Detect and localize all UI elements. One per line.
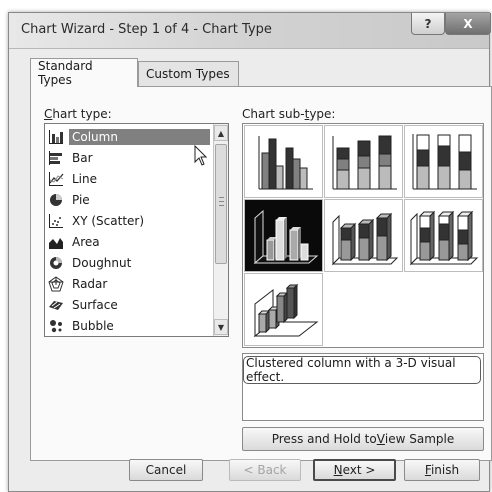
- pie-chart-icon: [50, 194, 62, 206]
- clustered-column-icon: [258, 136, 313, 190]
- list-item-pie[interactable]: Pie: [48, 190, 210, 210]
- subtype-3d-100-percent-stacked-column[interactable]: [404, 199, 483, 272]
- cancel-label: Cancel: [145, 463, 187, 477]
- scatter-chart-icon: [49, 214, 63, 228]
- help-icon: ?: [424, 16, 432, 31]
- column-chart-icon: [49, 130, 63, 144]
- list-item-label: Column: [69, 129, 210, 145]
- radar-chart-icon: [48, 276, 64, 292]
- subtype-3d-clustered-column[interactable]: [244, 199, 323, 272]
- list-item-label: Surface: [72, 298, 118, 312]
- 3d-stacked-column-icon: [331, 212, 399, 266]
- next-button[interactable]: Next >: [313, 459, 396, 481]
- doughnut-chart-icon: [50, 257, 62, 269]
- mouse-cursor-icon: [194, 145, 208, 166]
- next-label: Next >: [333, 463, 376, 477]
- bar-chart-icon: [49, 151, 62, 165]
- list-item-label: Bubble: [72, 319, 114, 333]
- list-item-bubble[interactable]: Bubble: [48, 316, 210, 336]
- line-chart-icon: [49, 172, 64, 186]
- surface-chart-icon: [49, 301, 63, 310]
- list-item-area[interactable]: Area: [48, 232, 210, 252]
- chevron-down-icon: ▼: [217, 322, 225, 332]
- list-item-bar[interactable]: Bar: [48, 148, 210, 168]
- close-icon: X: [463, 16, 473, 31]
- list-item-label: XY (Scatter): [72, 214, 145, 228]
- chart-subtype-grid: [242, 123, 484, 348]
- tab-custom-types[interactable]: Custom Types: [138, 61, 239, 86]
- list-item-radar[interactable]: Radar: [48, 274, 210, 294]
- list-item-column[interactable]: Column: [48, 127, 210, 147]
- list-item-label: Radar: [72, 277, 108, 291]
- subtype-description-box: Clustered column with a 3-D visual effec…: [242, 353, 484, 421]
- subtype-stacked-column[interactable]: [324, 125, 403, 198]
- subtype-3d-stacked-column[interactable]: [324, 199, 403, 272]
- back-label: < Back: [243, 463, 287, 477]
- cancel-button[interactable]: Cancel: [129, 459, 203, 481]
- subtype-description: Clustered column with a 3-D visual effec…: [243, 356, 481, 384]
- list-item-line[interactable]: Line: [48, 169, 210, 189]
- chart-type-label: Chart type:: [44, 107, 112, 121]
- tab-panel: Chart type: Column Bar Line Pie XY (Scat…: [30, 86, 492, 461]
- area-chart-icon: [49, 238, 63, 249]
- subtype-clustered-column[interactable]: [244, 125, 323, 198]
- list-item-xy-scatter[interactable]: XY (Scatter): [48, 211, 210, 231]
- grip-icon: [219, 197, 224, 206]
- chart-wizard-dialog: Chart Wizard - Step 1 of 4 - Chart Type …: [8, 12, 492, 492]
- dialog-title: Chart Wizard - Step 1 of 4 - Chart Type: [21, 22, 272, 37]
- listbox-scrollbar[interactable]: ▲ ▼: [213, 124, 228, 336]
- finish-label: Finish: [424, 463, 460, 477]
- list-item-label: Bar: [72, 151, 93, 165]
- bubble-chart-icon: [50, 320, 62, 333]
- list-item-surface[interactable]: Surface: [48, 295, 210, 315]
- scroll-thumb[interactable]: [215, 144, 227, 264]
- 3d-percent-stacked-column-icon: [409, 210, 479, 266]
- stacked-column-icon: [332, 135, 397, 190]
- list-item-doughnut[interactable]: Doughnut: [48, 253, 210, 273]
- subtype-3d-column[interactable]: [244, 273, 323, 346]
- chart-subtype-label: Chart sub-type:: [242, 107, 336, 121]
- title-bar[interactable]: Chart Wizard - Step 1 of 4 - Chart Type …: [9, 13, 491, 49]
- close-button[interactable]: X: [445, 13, 491, 35]
- percent-stacked-column-icon: [412, 134, 477, 190]
- scroll-up-button[interactable]: ▲: [214, 125, 228, 141]
- chevron-up-icon: ▲: [217, 128, 225, 138]
- list-item-label: Doughnut: [72, 256, 132, 270]
- subtype-100-percent-stacked-column[interactable]: [404, 125, 483, 198]
- scroll-down-button[interactable]: ▼: [214, 319, 228, 335]
- list-item-label: Area: [72, 235, 100, 249]
- 3d-clustered-column-icon: [253, 209, 319, 265]
- finish-button[interactable]: Finish: [404, 459, 480, 481]
- help-button[interactable]: ?: [411, 13, 445, 35]
- 3d-column-icon: [253, 283, 319, 338]
- tab-standard-types-label: Standard Types: [38, 59, 93, 87]
- view-sample-button[interactable]: Press and Hold to View Sample: [242, 427, 484, 451]
- tab-custom-types-label: Custom Types: [146, 67, 230, 81]
- list-item-label: Line: [72, 172, 98, 186]
- back-button[interactable]: < Back: [229, 459, 301, 481]
- list-item-label: Pie: [72, 193, 90, 207]
- tab-standard-types[interactable]: Standard Types: [30, 58, 138, 87]
